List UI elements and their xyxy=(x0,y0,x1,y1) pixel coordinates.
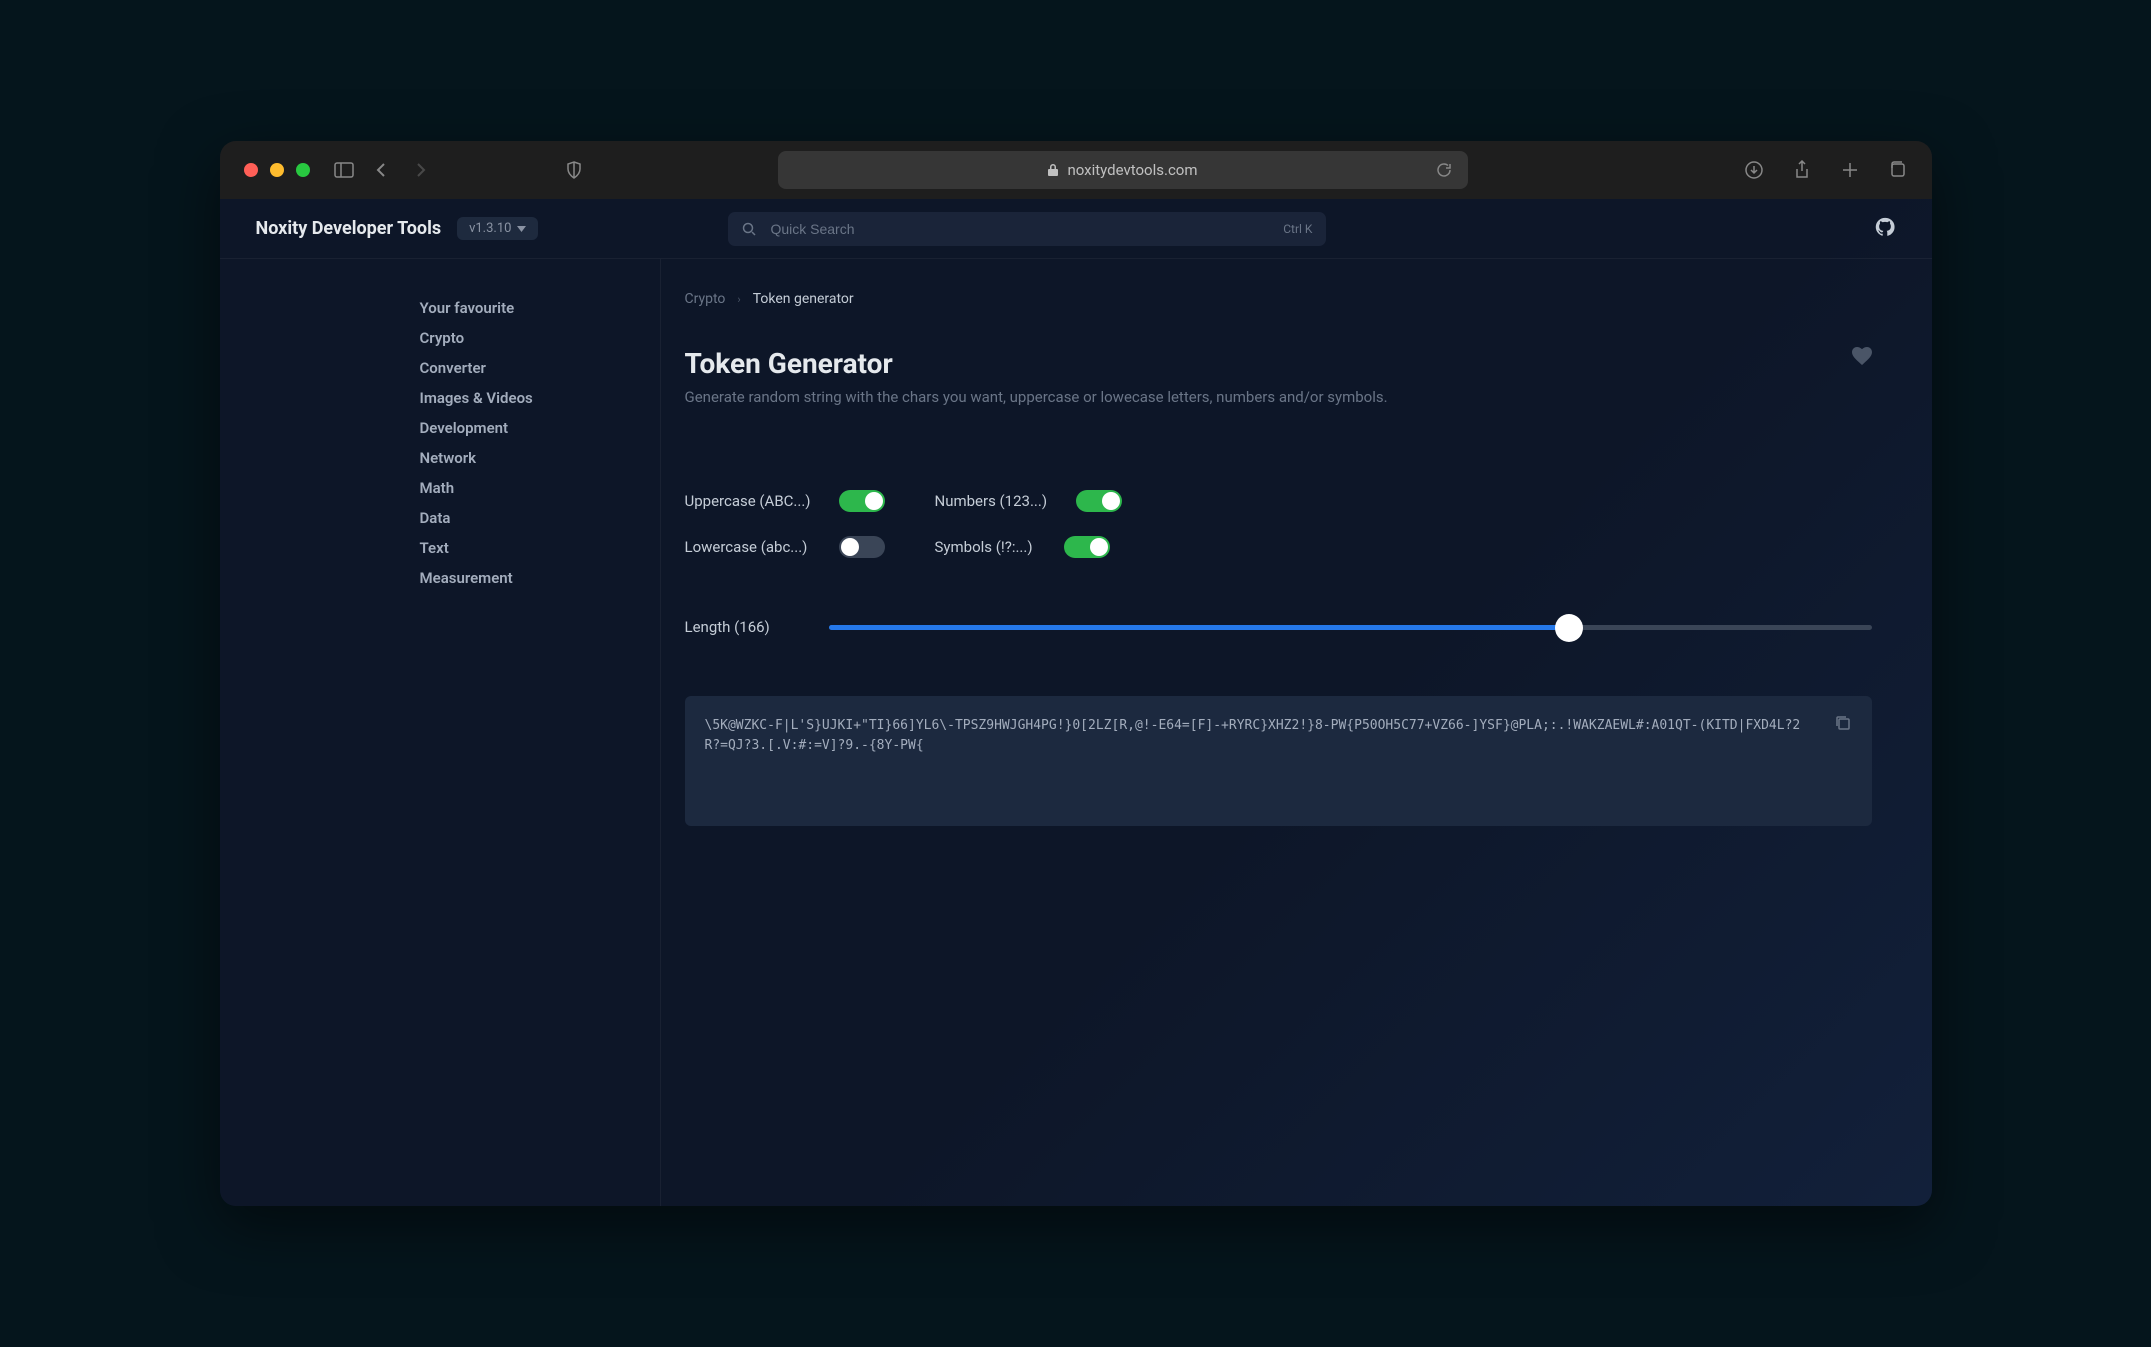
shortcut-badge: Ctrl K xyxy=(1283,222,1312,236)
output-value: \5K@WZKC-F|L'S}UJKI+"TI}66]YL6\-TPSZ9HWJ… xyxy=(705,718,1801,753)
chevron-right-icon: › xyxy=(737,293,740,306)
output-box: \5K@WZKC-F|L'S}UJKI+"TI}66]YL6\-TPSZ9HWJ… xyxy=(685,696,1872,826)
shield-icon[interactable] xyxy=(564,160,584,180)
toggle-lowercase: Lowercase (abc...) xyxy=(685,536,935,558)
page-description: Generate random string with the chars yo… xyxy=(685,388,1388,406)
breadcrumb: Crypto › Token generator xyxy=(685,291,1872,307)
sidebar-item-images-videos[interactable]: Images & Videos xyxy=(420,383,660,413)
sidebar-item-converter[interactable]: Converter xyxy=(420,353,660,383)
slider-thumb[interactable] xyxy=(1555,614,1583,642)
toggle-uppercase-switch[interactable] xyxy=(839,490,885,512)
search-input[interactable] xyxy=(770,221,1269,237)
sidebar-toggle-icon[interactable] xyxy=(334,160,354,180)
toggle-numbers: Numbers (123...) xyxy=(935,490,1185,512)
toggles-grid: Uppercase (ABC...) Numbers (123...) Lowe… xyxy=(685,490,1872,558)
page-title-row: Token Generator Generate random string w… xyxy=(685,347,1872,486)
traffic-lights xyxy=(244,163,310,177)
toggle-label: Symbols (!?:...) xyxy=(935,538,1050,556)
toggle-lowercase-switch[interactable] xyxy=(839,536,885,558)
toggle-label: Uppercase (ABC...) xyxy=(685,492,825,510)
app-title: Noxity Developer Tools xyxy=(256,218,442,239)
toggle-label: Lowercase (abc...) xyxy=(685,538,825,556)
close-window-button[interactable] xyxy=(244,163,258,177)
browser-right-icons xyxy=(1744,160,1908,180)
browser-chrome: noxitydevtools.com xyxy=(220,141,1932,199)
length-slider[interactable] xyxy=(829,625,1872,630)
sidebar-item-data[interactable]: Data xyxy=(420,503,660,533)
chevron-down-icon xyxy=(517,226,526,232)
toggle-label: Numbers (123...) xyxy=(935,492,1062,510)
sidebar-item-crypto[interactable]: Crypto xyxy=(420,323,660,353)
search-icon xyxy=(742,222,756,236)
github-icon[interactable] xyxy=(1874,216,1896,242)
tabs-icon[interactable] xyxy=(1888,160,1908,180)
toggle-symbols: Symbols (!?:...) xyxy=(935,536,1185,558)
toggle-numbers-switch[interactable] xyxy=(1076,490,1122,512)
minimize-window-button[interactable] xyxy=(270,163,284,177)
sidebar-item-measurement[interactable]: Measurement xyxy=(420,563,660,593)
toggle-uppercase: Uppercase (ABC...) xyxy=(685,490,935,512)
breadcrumb-crypto[interactable]: Crypto xyxy=(685,291,726,307)
theme-toggle-icon[interactable] xyxy=(1834,218,1852,240)
main-content: Crypto › Token generator Token Generator… xyxy=(661,259,1932,1206)
version-text: v1.3.10 xyxy=(469,221,511,236)
sidebar-item-favourite[interactable]: Your favourite xyxy=(420,293,660,323)
slider-label: Length (166) xyxy=(685,618,781,636)
app-area: Noxity Developer Tools v1.3.10 Ctrl K xyxy=(220,199,1932,1206)
browser-window: noxitydevtools.com Noxity Developer Tool… xyxy=(220,141,1932,1206)
sidebar: Your favourite Crypto Converter Images &… xyxy=(220,259,661,1206)
downloads-icon[interactable] xyxy=(1744,160,1764,180)
browser-nav xyxy=(334,160,430,180)
sidebar-item-network[interactable]: Network xyxy=(420,443,660,473)
search-container[interactable]: Ctrl K xyxy=(728,212,1326,246)
page-title: Token Generator xyxy=(685,347,1388,380)
breadcrumb-current: Token generator xyxy=(753,291,854,307)
maximize-window-button[interactable] xyxy=(296,163,310,177)
address-bar[interactable]: noxitydevtools.com xyxy=(778,151,1468,189)
sidebar-item-text[interactable]: Text xyxy=(420,533,660,563)
version-badge[interactable]: v1.3.10 xyxy=(457,217,538,240)
header-right xyxy=(1834,216,1896,242)
sidebar-item-development[interactable]: Development xyxy=(420,413,660,443)
back-button-icon[interactable] xyxy=(372,160,392,180)
share-icon[interactable] xyxy=(1792,160,1812,180)
slider-fill xyxy=(829,625,1570,630)
length-slider-row: Length (166) xyxy=(685,618,1872,636)
copy-icon[interactable] xyxy=(1834,714,1854,734)
toggle-symbols-switch[interactable] xyxy=(1064,536,1110,558)
url-text: noxitydevtools.com xyxy=(1067,161,1197,179)
sidebar-item-math[interactable]: Math xyxy=(420,473,660,503)
reload-icon[interactable] xyxy=(1434,160,1454,180)
lock-icon xyxy=(1047,163,1059,177)
app-body: Your favourite Crypto Converter Images &… xyxy=(220,259,1932,1206)
favourite-heart-icon[interactable] xyxy=(1852,347,1872,369)
new-tab-icon[interactable] xyxy=(1840,160,1860,180)
app-header: Noxity Developer Tools v1.3.10 Ctrl K xyxy=(220,199,1932,259)
forward-button-icon[interactable] xyxy=(410,160,430,180)
